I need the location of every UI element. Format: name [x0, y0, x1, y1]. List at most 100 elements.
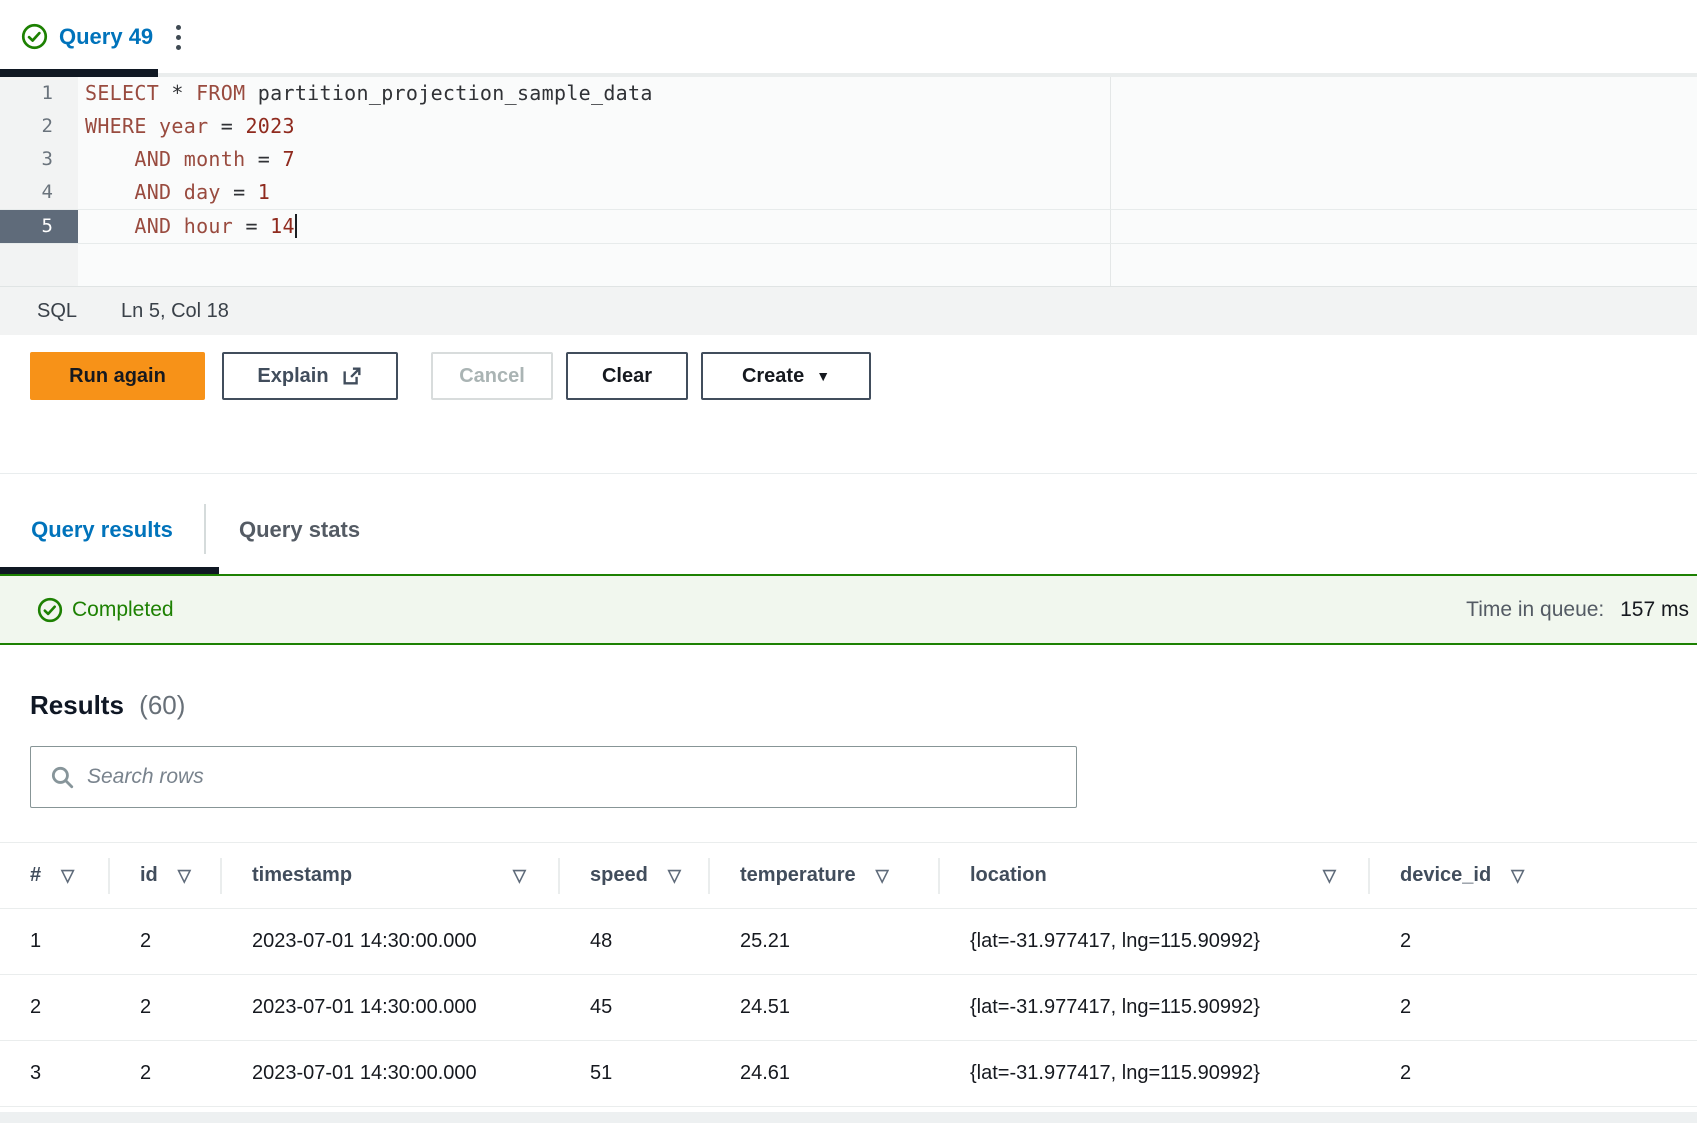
sort-caret-icon[interactable]: ▽ — [61, 866, 74, 886]
code-line[interactable]: 4 AND day = 1 — [0, 176, 1697, 209]
queue-time-value: 157 ms — [1620, 598, 1689, 621]
query-tab-label: Query 49 — [59, 24, 153, 50]
column-label: temperature — [740, 864, 856, 887]
column-header-location: location ▽ — [940, 843, 1370, 908]
language-label: SQL — [37, 300, 77, 323]
column-header-id: id ▽ — [110, 843, 222, 908]
table-cell: 2 — [0, 975, 110, 1040]
active-tab-underline — [0, 69, 158, 77]
table-cell: 2023-07-01 14:30:00.000 — [222, 1041, 560, 1106]
code-line[interactable]: 3 AND month = 7 — [0, 143, 1697, 176]
tab-query-stats[interactable]: Query stats — [206, 492, 360, 567]
table-row[interactable]: 222023-07-01 14:30:00.0004524.51{lat=-31… — [0, 974, 1697, 1040]
code-line[interactable]: 2WHERE year = 2023 — [0, 110, 1697, 143]
check-circle-icon — [37, 597, 63, 623]
sort-caret-icon[interactable]: ▽ — [1323, 866, 1336, 886]
search-input[interactable] — [87, 765, 1076, 789]
sort-caret-icon[interactable]: ▽ — [668, 866, 681, 886]
table-bottom-border — [0, 1106, 1697, 1107]
column-label: speed — [590, 864, 648, 887]
table-cell: 25.21 — [710, 909, 940, 974]
code-line[interactable]: 5 AND hour = 14 — [0, 209, 1697, 244]
code-line[interactable]: 1SELECT * FROM partition_projection_samp… — [0, 77, 1697, 110]
results-tab-strip: Query results Query stats — [0, 473, 1697, 574]
table-cell: 2 — [110, 1041, 222, 1106]
query-status-banner: Completed Time in queue: 157 ms — [0, 574, 1697, 645]
table-cell: 2 — [110, 975, 222, 1040]
line-number: 2 — [0, 110, 78, 143]
table-cell: 3 — [0, 1041, 110, 1106]
tab-query-results[interactable]: Query results — [0, 492, 204, 567]
sort-caret-icon[interactable]: ▽ — [178, 866, 191, 886]
column-header-num: #▽ — [0, 843, 110, 908]
table-cell: 2023-07-01 14:30:00.000 — [222, 909, 560, 974]
caret-down-icon: ▼ — [816, 368, 830, 384]
table-cell: 1 — [0, 909, 110, 974]
code-text: AND hour = 14 — [78, 210, 297, 243]
explain-button[interactable]: Explain — [222, 352, 398, 400]
code-text: SELECT * FROM partition_projection_sampl… — [78, 77, 653, 110]
table-cell: 2 — [110, 909, 222, 974]
table-cell: 2023-07-01 14:30:00.000 — [222, 975, 560, 1040]
column-label: location — [970, 864, 1047, 887]
search-icon — [31, 764, 75, 790]
table-cell: 2 — [1370, 1041, 1697, 1106]
sort-caret-icon[interactable]: ▽ — [1511, 866, 1524, 886]
check-circle-icon — [21, 23, 48, 50]
sort-caret-icon[interactable]: ▽ — [513, 866, 526, 886]
table-header-row: #▽id▽timestamp▽speed▽temperature▽locatio… — [0, 842, 1697, 908]
create-button[interactable]: Create ▼ — [701, 352, 871, 400]
horizontal-scrollbar-track[interactable] — [0, 1112, 1697, 1123]
code-text: AND month = 7 — [78, 143, 295, 176]
table-row[interactable]: 322023-07-01 14:30:00.0005124.61{lat=-31… — [0, 1040, 1697, 1106]
line-number: 5 — [0, 210, 78, 243]
cancel-button[interactable]: Cancel — [431, 352, 553, 400]
sql-editor[interactable]: 1SELECT * FROM partition_projection_samp… — [0, 77, 1697, 286]
table-cell: 24.51 — [710, 975, 940, 1040]
code-text: WHERE year = 2023 — [78, 110, 295, 143]
status-badge: Completed — [37, 597, 174, 623]
results-heading: Results (60) — [30, 690, 185, 721]
kebab-menu-icon[interactable] — [163, 18, 193, 56]
column-label: id — [140, 864, 158, 887]
line-number: 3 — [0, 143, 78, 176]
results-title: Results — [30, 690, 124, 720]
table-cell: 2 — [1370, 975, 1697, 1040]
clear-button[interactable]: Clear — [566, 352, 688, 400]
query-tab-bar: Query 49 — [0, 0, 1697, 77]
table-cell: 48 — [560, 909, 710, 974]
table-row[interactable]: 122023-07-01 14:30:00.0004825.21{lat=-31… — [0, 908, 1697, 974]
queue-time-label: Time in queue: — [1466, 598, 1604, 621]
column-header-timestamp: timestamp ▽ — [222, 843, 560, 908]
results-table: #▽id▽timestamp▽speed▽temperature▽locatio… — [0, 842, 1697, 1107]
code-text: AND day = 1 — [78, 176, 270, 209]
table-cell: 51 — [560, 1041, 710, 1106]
status-text: Completed — [72, 598, 174, 622]
sort-caret-icon[interactable]: ▽ — [876, 866, 889, 886]
action-toolbar: Run again Explain Cancel Clear Create ▼ — [30, 352, 871, 400]
table-cell: 45 — [560, 975, 710, 1040]
text-cursor — [295, 214, 297, 238]
column-header-device_id: device_id ▽ — [1370, 843, 1697, 908]
cursor-position-label: Ln 5, Col 18 — [121, 300, 229, 323]
line-number: 4 — [0, 176, 78, 209]
table-cell: {lat=-31.977417, lng=115.90992} — [940, 975, 1370, 1040]
table-cell: 24.61 — [710, 1041, 940, 1106]
athena-query-editor: Query 49 1SELECT * FROM partition_projec… — [0, 0, 1697, 1123]
column-header-speed: speed ▽ — [560, 843, 710, 908]
column-label: device_id — [1400, 864, 1491, 887]
queue-time: Time in queue: 157 ms — [1466, 598, 1689, 622]
table-cell: {lat=-31.977417, lng=115.90992} — [940, 909, 1370, 974]
line-number: 1 — [0, 77, 78, 110]
results-count: (60) — [139, 690, 185, 720]
search-box — [30, 746, 1077, 808]
table-cell: {lat=-31.977417, lng=115.90992} — [940, 1041, 1370, 1106]
table-cell: 2 — [1370, 909, 1697, 974]
tab-query-49[interactable]: Query 49 — [0, 0, 158, 73]
column-label: timestamp — [252, 864, 352, 887]
editor-status-bar: SQL Ln 5, Col 18 — [0, 286, 1697, 335]
column-header-temperature: temperature ▽ — [710, 843, 940, 908]
column-label: # — [30, 864, 41, 887]
run-again-button[interactable]: Run again — [30, 352, 205, 400]
external-link-icon — [341, 365, 363, 387]
